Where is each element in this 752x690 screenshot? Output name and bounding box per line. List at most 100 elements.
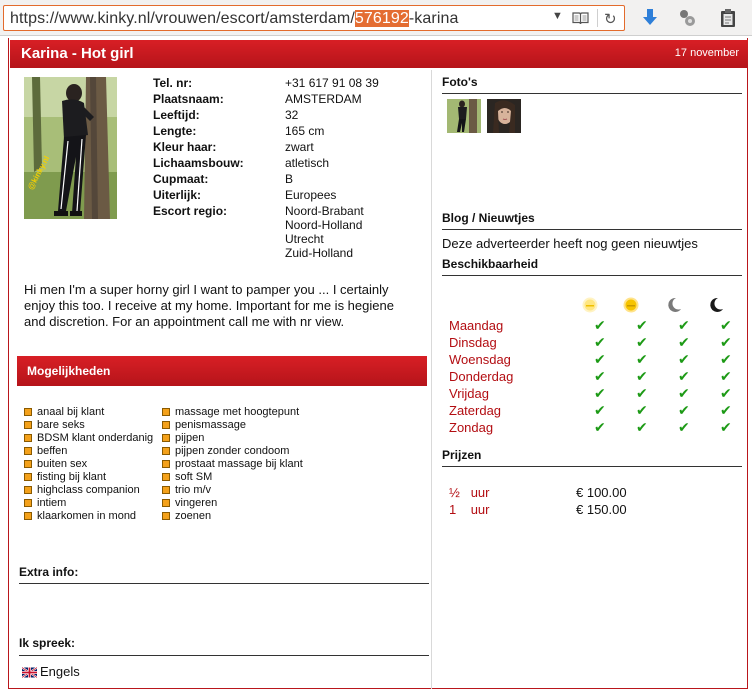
availability-check-icon: ✔ (720, 334, 732, 350)
reader-view-icon[interactable] (572, 12, 589, 25)
url-bar[interactable]: https://www.kinky.nl/vrouwen/escort/amst… (3, 5, 625, 31)
bullet-icon (24, 512, 32, 520)
availability-check-icon: ✔ (678, 351, 690, 367)
region-label: Escort regio: (153, 204, 228, 218)
region-value: Noord-Brabant (285, 204, 364, 218)
availability-check-icon: ✔ (720, 317, 732, 333)
profile-photo[interactable]: @kinky.nl (24, 77, 117, 219)
age-value: 32 (285, 108, 299, 122)
availability-check-icon: ✔ (594, 334, 606, 350)
uk-flag-icon (21, 666, 38, 679)
photo-thumbnail-image (447, 99, 481, 133)
availability-check-icon: ✔ (594, 385, 606, 401)
availability-check-icon: ✔ (720, 385, 732, 401)
photos-heading: Foto's (442, 75, 478, 89)
bullet-icon (24, 460, 32, 468)
price-duration: ½ uur (449, 485, 490, 500)
bullet-icon (24, 408, 32, 416)
list-item: zoenen (162, 510, 303, 523)
availability-check-icon: ✔ (678, 368, 690, 384)
bullet-icon (162, 473, 170, 481)
region-value: Noord-Holland (285, 218, 363, 232)
bullet-icon (24, 499, 32, 507)
availability-check-icon: ✔ (720, 368, 732, 384)
day-label: Maandag (449, 318, 504, 333)
list-item: buiten sex (24, 458, 153, 471)
divider (442, 275, 742, 276)
day-label: Donderdag (449, 369, 514, 384)
day-label: Zondag (449, 420, 494, 435)
bullet-icon (162, 408, 170, 416)
availability-check-icon: ✔ (636, 385, 648, 401)
divider (19, 583, 429, 584)
morning-sun-icon (582, 297, 598, 313)
availability-check-icon: ✔ (636, 334, 648, 350)
bullet-icon (162, 486, 170, 494)
bullet-icon (162, 460, 170, 468)
availability-check-icon: ✔ (594, 368, 606, 384)
availability-check-icon: ✔ (636, 419, 648, 435)
availability-check-icon: ✔ (678, 419, 690, 435)
divider (442, 229, 742, 230)
header-date: 17 november (674, 47, 739, 59)
url-dropdown-icon[interactable]: ▼ (552, 10, 563, 22)
bullet-icon (162, 434, 170, 442)
blog-empty-text: Deze adverteerder heeft nog geen nieuwtj… (442, 236, 698, 251)
list-item: massage met hoogtepunt (162, 406, 303, 419)
availability-check-icon: ✔ (636, 368, 648, 384)
height-value: 165 cm (285, 124, 325, 138)
reload-icon[interactable]: ↻ (604, 10, 617, 28)
photo-thumbnail-image (487, 99, 521, 133)
tel-value: +31 617 91 08 39 (285, 76, 379, 90)
photo-thumbnail[interactable] (447, 99, 481, 133)
list-item: pijpen zonder condoom (162, 445, 303, 458)
list-item: prostaat massage bij klant (162, 458, 303, 471)
bullet-icon (24, 473, 32, 481)
availability-check-icon: ✔ (678, 402, 690, 418)
list-item: vingeren (162, 497, 303, 510)
availability-check-icon: ✔ (678, 317, 690, 333)
list-item: fisting bij klant (24, 471, 153, 484)
availability-check-icon: ✔ (594, 351, 606, 367)
cup-label: Cupmaat: (153, 172, 209, 186)
appearance-value: Europees (285, 188, 337, 202)
prices-heading: Prijzen (442, 448, 482, 462)
price-amount: € 150.00 (576, 502, 627, 517)
bullet-icon (162, 512, 170, 520)
options-column-2: massage met hoogtepunt penismassage pijp… (162, 406, 303, 523)
options-column-1: anaal bij klant bare seks BDSM klant ond… (24, 406, 153, 523)
availability-check-icon: ✔ (636, 317, 648, 333)
list-item: highclass companion (24, 484, 153, 497)
photo-thumbnail[interactable] (487, 99, 521, 133)
profile-header: Karina - Hot girl 17 november (10, 40, 748, 68)
availability-check-icon: ✔ (594, 317, 606, 333)
bullet-icon (24, 486, 32, 494)
divider (442, 466, 742, 467)
availability-check-icon: ✔ (720, 419, 732, 435)
build-label: Lichaamsbouw: (153, 156, 244, 170)
age-label: Leeftijd: (153, 108, 200, 122)
browser-toolbar: https://www.kinky.nl/vrouwen/escort/amst… (0, 0, 752, 36)
list-item: intiem (24, 497, 153, 510)
extra-info-heading: Extra info: (19, 565, 79, 579)
region-value: Utrecht (285, 232, 324, 246)
page-title: Karina - Hot girl (21, 45, 134, 62)
day-label: Dinsdag (449, 335, 497, 350)
availability-check-icon: ✔ (594, 402, 606, 418)
price-duration: 1 uur (449, 502, 490, 517)
list-item: beffen (24, 445, 153, 458)
cup-value: B (285, 172, 294, 186)
hair-value: zwart (285, 140, 314, 154)
clipboard-icon[interactable] (718, 8, 738, 28)
list-item: BDSM klant onderdanig (24, 432, 153, 445)
build-value: atletisch (285, 156, 330, 170)
city-value: AMSTERDAM (285, 92, 362, 106)
url-text[interactable]: https://www.kinky.nl/vrouwen/escort/amst… (10, 10, 458, 28)
download-icon[interactable] (640, 8, 660, 28)
availability-check-icon: ✔ (594, 419, 606, 435)
day-label: Zaterdag (449, 403, 502, 418)
addon-icon[interactable] (677, 8, 697, 28)
language-name: Engels (40, 664, 80, 679)
availability-check-icon: ✔ (720, 351, 732, 367)
list-item: pijpen (162, 432, 303, 445)
